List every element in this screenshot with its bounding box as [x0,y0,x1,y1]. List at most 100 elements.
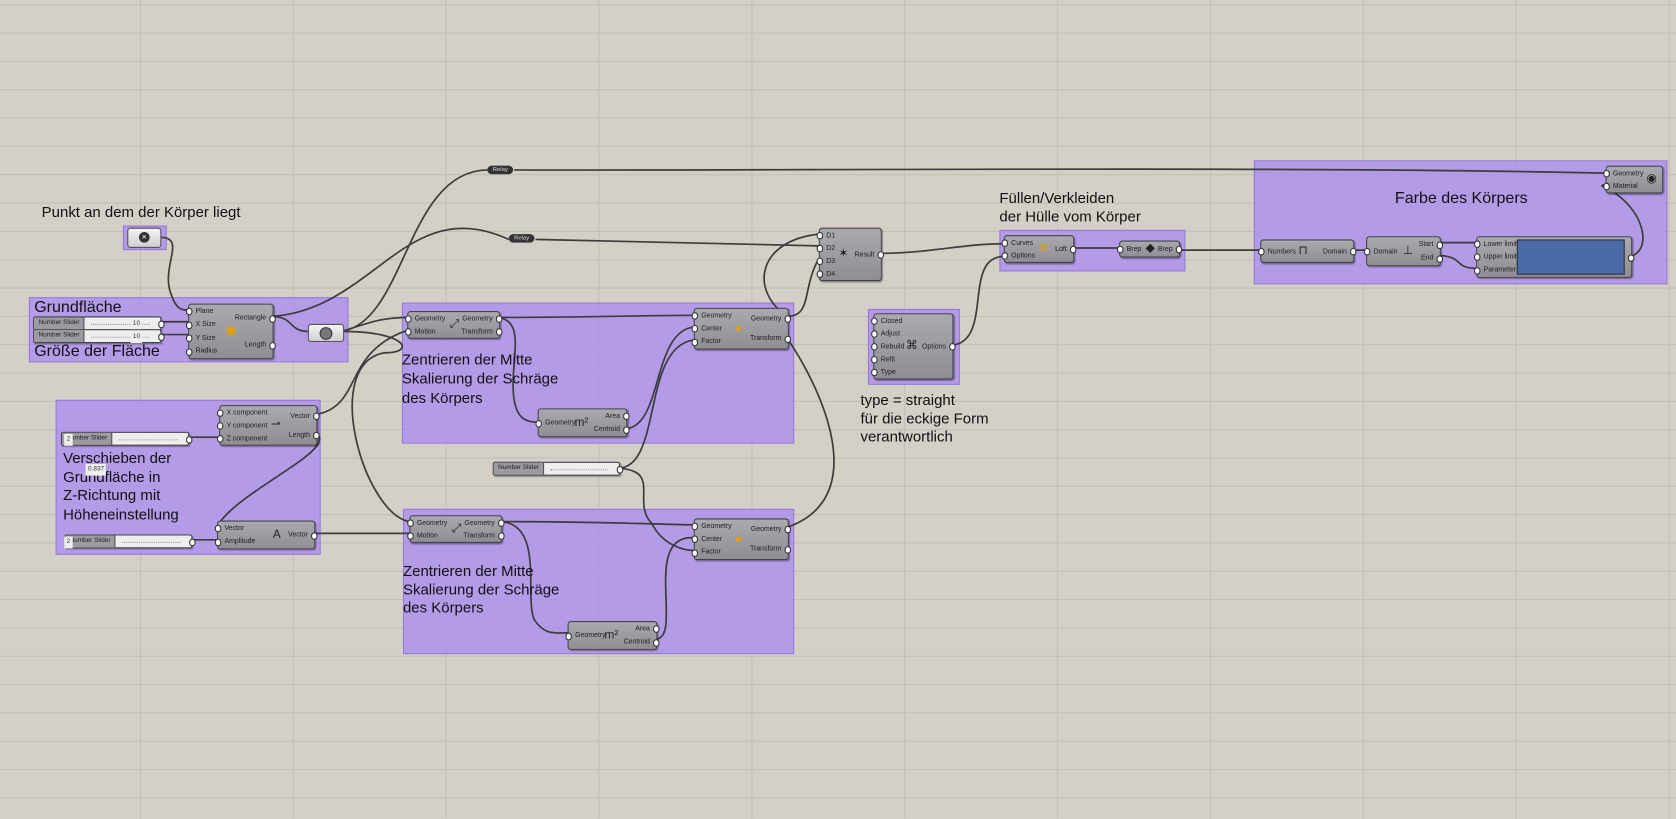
slider-label: Number Slider [34,330,85,343]
amplitude-component[interactable]: Vector Amplitude Vector A [214,520,319,550]
plane-param[interactable] [307,323,345,343]
output-port[interactable]: Brep [1158,245,1182,254]
input-port[interactable]: Closed [871,317,905,325]
merge-component[interactable]: D1 D2 D3 D4 Result ✶ [816,227,885,282]
brep-param[interactable]: Brep Brep ◆ [1117,240,1182,258]
output-port[interactable]: Transform [750,335,792,343]
input-port[interactable]: D2 [816,244,835,253]
rectangle-component[interactable]: Plane X Size Y Size Radius Rectangle Length ▣ [185,303,277,360]
input-port[interactable]: Y component [216,422,268,430]
output-port[interactable]: Geometry [464,519,506,527]
scale-icon: ● [735,532,743,546]
relay[interactable]: Relay [508,234,535,243]
loft-component[interactable]: Curves Options Loft ≋ [1001,235,1077,263]
scale-component[interactable]: Geometry Center Factor Geometry Transform ● [691,518,792,561]
number-slider[interactable]: Number Slider 10 [33,329,165,344]
number-slider[interactable]: Number Slider 2 [64,534,196,549]
output-port[interactable]: Geometry [750,526,792,534]
output-port[interactable]: Domain [1323,247,1358,256]
input-port[interactable]: D4 [816,270,835,278]
number-slider[interactable]: Number Slider 2 [60,431,193,446]
input-port[interactable]: Upper limit [1473,253,1517,262]
input-port[interactable]: Adjust [871,330,905,338]
input-port[interactable]: Geometry [405,315,445,323]
input-port[interactable]: Geometry [691,312,732,320]
input-port[interactable]: Rebuild [871,343,904,351]
input-port[interactable]: X component [216,409,268,417]
point-param[interactable]: × [127,227,162,248]
vector-xyz-component[interactable]: X component Y component Z component Vector L… [216,405,320,446]
slider-track[interactable]: 2 [64,433,189,446]
input-port[interactable]: Motion [405,328,446,336]
output-port[interactable]: Length [235,341,277,349]
input-port[interactable]: Lower limit [1473,240,1517,249]
input-port[interactable]: Options [1001,252,1035,260]
input-port[interactable]: Factor [691,338,732,347]
slider-track[interactable]: 10 [85,330,161,344]
number-slider[interactable]: Number Slider 10 [33,316,165,331]
input-port[interactable]: D1 [816,231,835,240]
output-port[interactable]: Transform [464,532,506,540]
input-port[interactable]: Plane [185,308,218,316]
input-port[interactable]: Material [1603,182,1644,191]
input-port[interactable]: D3 [816,257,835,266]
input-port[interactable]: Geometry [691,522,732,531]
input-port[interactable]: Motion [407,532,448,540]
output-port[interactable]: Rectangle [235,314,277,323]
input-port[interactable]: Amplitude [214,538,255,546]
input-port[interactable]: Type [871,368,905,377]
area-component[interactable]: Geometry Area Centroid m² [535,408,629,438]
gradient-component[interactable]: Lower limit Upper limit Parameter [1473,236,1634,278]
input-port[interactable]: Geometry [407,519,447,527]
input-port[interactable]: Y Size [185,334,218,343]
output-port[interactable]: Area [594,412,629,421]
output-port[interactable]: Start [1419,241,1443,249]
input-port[interactable]: Parameter [1473,266,1517,275]
bounds-icon: ⊓ [1298,244,1308,258]
input-port[interactable]: Factor [691,549,732,557]
input-port[interactable]: Z component [216,435,268,443]
slider-track[interactable]: 10 [85,317,161,331]
bounds-component[interactable]: Numbers Domain ⊓ [1257,239,1358,263]
output-port[interactable]: Centroid [594,426,629,434]
slider-track[interactable]: 0.837 [85,463,618,476]
output-port[interactable]: Transform [461,328,503,336]
output-port[interactable]: Loft [1055,245,1077,254]
gradient-preview[interactable] [1516,239,1625,275]
input-port[interactable]: Vector [214,525,255,533]
custom-preview-component[interactable]: Geometry Material ◉ [1603,165,1664,194]
input-port[interactable]: Geometry [1603,169,1643,178]
input-port[interactable]: Refit [871,355,905,364]
number-slider[interactable]: Number Slider 0.837 [85,461,624,476]
grasshopper-canvas[interactable]: Punkt an dem der Körper liegt Grundfläch… [0,0,1676,819]
move-component[interactable]: Geometry Motion Geometry Transform ⤢ [407,515,506,544]
input-port[interactable]: Curves [1001,239,1035,247]
area-component[interactable]: Geometry Area Centroid m² [565,621,659,650]
input-port[interactable]: Geometry [565,632,606,640]
input-port[interactable]: X Size [185,321,218,329]
input-port[interactable]: Numbers [1257,247,1296,256]
output-port[interactable]: Length [289,431,320,440]
loft-options-component[interactable]: Closed Adjust Rebuild Refit Type Options ⌘ [871,313,957,380]
output-port[interactable]: Vector [289,412,320,421]
input-port[interactable]: Domain [1363,247,1397,256]
output-port[interactable]: Transform [750,545,792,554]
output-port[interactable]: Options [922,343,957,351]
output-port[interactable]: Area [624,625,659,634]
relay[interactable]: Relay [487,165,514,175]
output-port[interactable]: Vector [288,531,319,540]
output-port[interactable]: Geometry [750,315,792,324]
output-port[interactable]: Centroid [624,638,659,647]
slider-track[interactable]: 2 [64,536,192,549]
move-component[interactable]: Geometry Motion Geometry Transform ⤢ [405,311,503,339]
output-port[interactable]: Result [855,251,885,259]
input-port[interactable]: Center [691,536,732,544]
input-port[interactable]: Center [691,325,732,333]
output-port[interactable]: End [1419,254,1443,263]
input-port[interactable]: Geometry [535,419,576,428]
input-port[interactable]: Radius [185,348,217,356]
scale-component[interactable]: Geometry Center Factor Geometry Transform ● [691,307,792,350]
output-port[interactable]: Geometry [461,315,503,323]
input-port[interactable]: Brep [1117,245,1141,254]
deconstruct-domain-component[interactable]: Domain Start End ⊥ [1363,236,1443,267]
